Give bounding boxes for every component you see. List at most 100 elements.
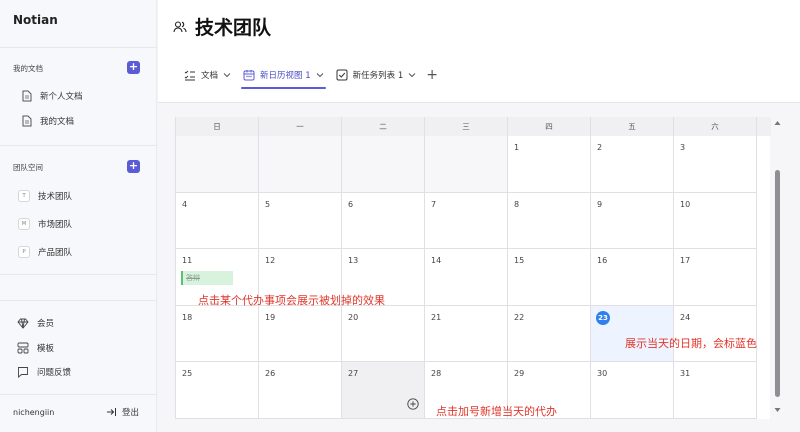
calendar-day-cell[interactable]: 15 <box>508 249 591 306</box>
day-number: 25 <box>182 369 193 378</box>
day-number: 5 <box>265 200 271 209</box>
scrollbar-thumb[interactable] <box>775 170 780 397</box>
user-name: nichengiin <box>13 408 55 417</box>
tab-docs[interactable]: 文档 <box>180 62 235 88</box>
calendar-day-cell[interactable]: 30 <box>591 362 674 419</box>
add-doc-button[interactable]: + <box>127 61 140 74</box>
calendar-day-cell[interactable]: 19 <box>259 306 342 362</box>
document-icon <box>22 115 32 127</box>
main-content: 技术团队 文档 新日历视图 1 新任务列表 1 + 日一二三四五六 123456… <box>158 0 800 432</box>
sidebar-item-my-doc[interactable]: 我的文档 <box>22 113 74 129</box>
calendar-day-cell[interactable]: 2 <box>591 136 674 193</box>
sidebar-item-tech-team[interactable]: T 技术团队 <box>18 188 72 204</box>
calendar-day-cell[interactable]: 25 <box>176 362 259 419</box>
sidebar-item-label: 问题反馈 <box>37 368 72 378</box>
day-number: 15 <box>514 256 525 265</box>
tab-task-list[interactable]: 新任务列表 1 <box>332 62 421 88</box>
team-badge: M <box>18 218 30 230</box>
day-number: 31 <box>680 369 691 378</box>
calendar-day-cell[interactable]: 22 <box>508 306 591 362</box>
day-number: 26 <box>265 369 276 378</box>
sidebar-item-marketing-team[interactable]: M 市场团队 <box>18 216 72 232</box>
sidebar-item-label: 市场团队 <box>38 220 73 230</box>
sidebar-item-label: 会员 <box>37 319 55 329</box>
calendar-day-cell[interactable]: 3 <box>674 136 757 193</box>
weekday-label: 日 <box>176 117 259 136</box>
day-number: 11 <box>182 256 193 265</box>
calendar-day-cell[interactable]: 21 <box>425 306 508 362</box>
day-number: 22 <box>514 313 525 322</box>
sidebar-item-label: 新个人文档 <box>40 92 83 102</box>
team-icon <box>173 20 187 32</box>
sidebar-item-membership[interactable]: 会员 <box>17 315 54 331</box>
day-number: 21 <box>431 313 442 322</box>
calendar-day-cell[interactable]: 16 <box>591 249 674 306</box>
day-number: 27 <box>348 369 359 378</box>
calendar-empty-cell <box>425 136 508 193</box>
calendar-day-cell[interactable]: 27 <box>342 362 425 419</box>
calendar-day-cell[interactable]: 10 <box>674 193 757 249</box>
calendar-empty-cell <box>259 136 342 193</box>
chevron-down-icon[interactable] <box>316 72 324 78</box>
tab-label: 新任务列表 1 <box>352 71 404 81</box>
feedback-icon <box>18 367 28 378</box>
day-number: 13 <box>348 256 359 265</box>
calendar-day-cell[interactable]: 5 <box>259 193 342 249</box>
todo-item-completed[interactable]: 答辩 <box>181 271 233 285</box>
day-number: 1 <box>514 143 520 152</box>
team-space-section-title: 团队空间 <box>13 163 43 172</box>
weekday-header: 日一二三四五六 <box>176 117 771 136</box>
tab-label: 文档 <box>201 71 219 81</box>
sidebar-item-feedback[interactable]: 问题反馈 <box>17 364 71 380</box>
sidebar-item-label: 技术团队 <box>38 192 73 202</box>
add-team-button[interactable]: + <box>127 160 140 173</box>
calendar-day-cell[interactable]: 18 <box>176 306 259 362</box>
vertical-scrollbar[interactable] <box>772 117 784 419</box>
day-number: 10 <box>680 200 691 209</box>
calendar-day-cell[interactable]: 4 <box>176 193 259 249</box>
page-title: 技术团队 <box>195 17 272 39</box>
day-number: 24 <box>680 313 691 322</box>
calendar-empty-cell <box>342 136 425 193</box>
calendar-day-cell[interactable]: 31 <box>674 362 757 419</box>
calendar-day-cell[interactable]: 20 <box>342 306 425 362</box>
sidebar-item-new-personal-doc[interactable]: 新个人文档 <box>22 88 83 104</box>
day-number: 4 <box>182 200 188 209</box>
team-badge: P <box>18 246 30 258</box>
calendar-day-cell[interactable]: 17 <box>674 249 757 306</box>
app-brand: Notian <box>13 13 58 27</box>
calendar-day-cell[interactable]: 7 <box>425 193 508 249</box>
scroll-down-icon[interactable] <box>774 407 781 413</box>
calendar-day-cell[interactable]: 24 <box>674 306 757 362</box>
calendar-day-cell[interactable]: 6 <box>342 193 425 249</box>
weekday-label: 三 <box>425 117 508 136</box>
weekday-label: 六 <box>674 117 757 136</box>
tab-calendar-view[interactable]: 新日历视图 1 <box>239 62 328 89</box>
calendar-day-cell[interactable]: 14 <box>425 249 508 306</box>
calendar-day-cell[interactable]: 8 <box>508 193 591 249</box>
checkbox-icon <box>336 69 348 81</box>
logout-button[interactable]: 登出 <box>106 406 139 418</box>
sidebar-item-label: 模板 <box>37 344 55 354</box>
add-view-button[interactable]: + <box>426 62 438 88</box>
weekday-label: 一 <box>259 117 342 136</box>
day-number: 2 <box>597 143 603 152</box>
scroll-up-icon[interactable] <box>774 120 781 126</box>
add-todo-icon[interactable] <box>407 398 419 410</box>
calendar-day-cell[interactable]: 9 <box>591 193 674 249</box>
chevron-down-icon[interactable] <box>408 72 416 78</box>
day-number: 18 <box>182 313 193 322</box>
chevron-down-icon[interactable] <box>223 72 231 78</box>
sidebar-item-templates[interactable]: 模板 <box>17 340 54 356</box>
annotation-add: 点击加号新增当天的代办 <box>436 405 557 418</box>
team-badge: T <box>18 190 30 202</box>
sidebar-item-product-team[interactable]: P 产品团队 <box>18 244 72 260</box>
divider <box>0 274 157 275</box>
calendar-day-cell[interactable]: 1 <box>508 136 591 193</box>
calendar-day-cell[interactable]: 23 <box>591 306 674 362</box>
day-number: 8 <box>514 200 520 209</box>
logout-label: 登出 <box>122 408 140 418</box>
annotation-today: 展示当天的日期，会标蓝色 <box>625 337 757 350</box>
calendar-day-cell[interactable]: 26 <box>259 362 342 419</box>
divider <box>0 47 157 48</box>
